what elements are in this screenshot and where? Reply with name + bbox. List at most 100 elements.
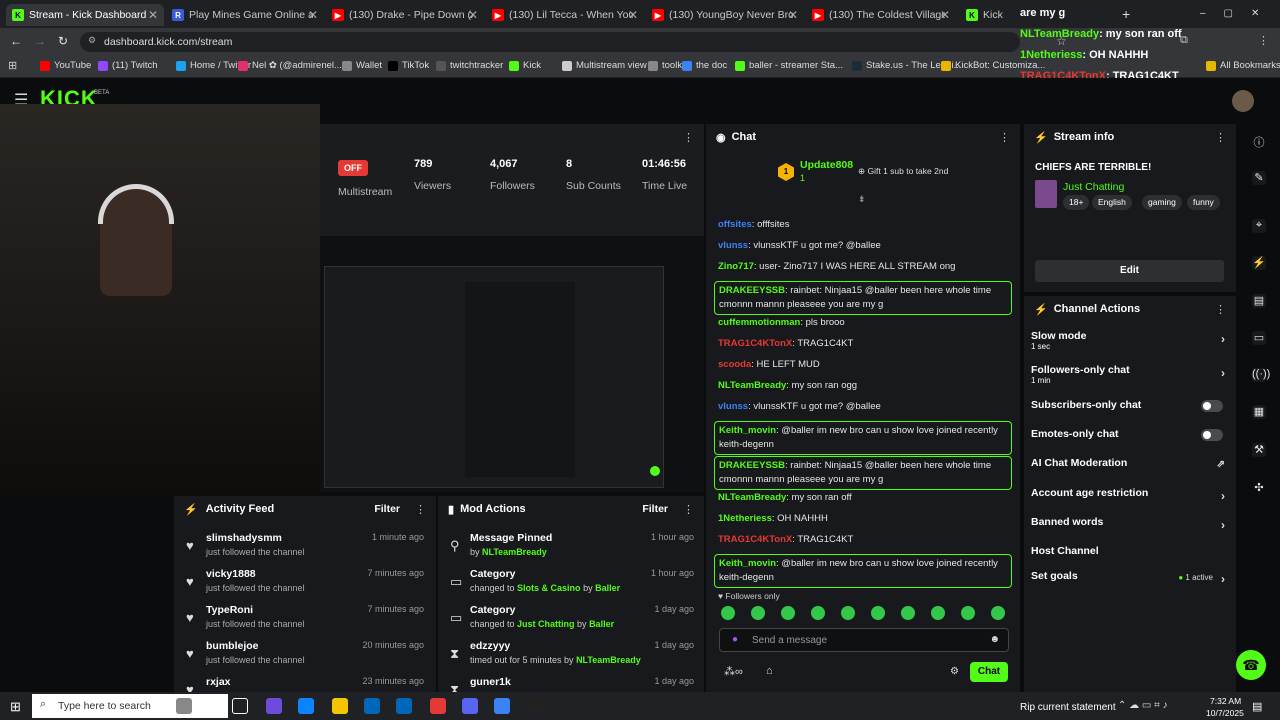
- info-icon[interactable]: ⓘ: [1252, 134, 1266, 149]
- bookmark-link[interactable]: twitchtracker: [436, 60, 503, 71]
- mod-action-item[interactable]: ▭ Category changed to Slots & Casino by Ba…: [438, 568, 704, 604]
- url-text[interactable]: dashboard.kick.com/stream: [104, 36, 232, 48]
- gift-sub-prompt[interactable]: ⊕ Gift 1 sub to take 2nd: [858, 166, 948, 177]
- chat-message[interactable]: vlunss: vlunssKTF u got me? @ballee: [718, 239, 1010, 253]
- bookmark-link[interactable]: Multistream view: [562, 60, 647, 71]
- chat-username[interactable]: DRAKEEYSSB: [719, 460, 785, 471]
- channel-action-banned-words[interactable]: Banned words ›: [1031, 516, 1225, 532]
- taskbar-app-icon[interactable]: [462, 698, 478, 714]
- taskbar-app-icon[interactable]: [298, 698, 314, 714]
- tray-icons[interactable]: ⌃ ☁ ▭ ⌗ ♪: [1118, 700, 1168, 711]
- chat-message[interactable]: NLTeamBready: my son ran off: [718, 491, 1010, 505]
- activity-menu-icon[interactable]: ⋮: [415, 503, 426, 516]
- preview-menu-icon[interactable]: ⋮: [683, 131, 694, 144]
- activity-username[interactable]: bumblejoe: [206, 640, 259, 652]
- channel-action-ai-chat-moderation[interactable]: AI Chat Moderation ⇗: [1031, 457, 1225, 470]
- chat-message[interactable]: scooda: HE LEFT MUD: [718, 358, 1010, 372]
- broadcast-icon[interactable]: ((·)): [1252, 368, 1270, 382]
- activity-item[interactable]: ♥ TypeRoni just followed the channel 7 minu…: [174, 604, 434, 640]
- chat-input[interactable]: ● Send a message ☻: [719, 628, 1009, 652]
- chat-username[interactable]: TRAG1C4KTonX: [718, 534, 792, 545]
- chat-message[interactable]: offsites: offfsites: [718, 218, 1010, 232]
- emote-icon[interactable]: [931, 606, 945, 620]
- all-bookmarks[interactable]: All Bookmarks: [1206, 60, 1280, 71]
- chat-scroll-indicator[interactable]: ⇟: [858, 194, 866, 205]
- mod-action-item[interactable]: ⧗ edzzyyy timed out for 5 minutes by NLTea…: [438, 640, 704, 676]
- taskbar-app-icon[interactable]: [528, 698, 544, 714]
- activity-username[interactable]: slimshadysmm: [206, 532, 282, 544]
- chat-username[interactable]: NLTeamBready: [718, 380, 786, 391]
- emote-icon[interactable]: [751, 606, 765, 620]
- bookmark-link[interactable]: baller - streamer Sta...: [735, 60, 843, 71]
- close-icon[interactable]: ✕: [628, 8, 638, 22]
- activity-username[interactable]: rxjax: [206, 676, 231, 688]
- taskbar-app-icon[interactable]: [494, 698, 510, 714]
- chat-message[interactable]: Keith_movin: @baller im new bro can u sh…: [714, 421, 1012, 455]
- chat-username[interactable]: Keith_movin: [719, 558, 776, 569]
- chat-username[interactable]: offsites: [718, 219, 752, 230]
- channel-actions-menu-icon[interactable]: ⋮: [1215, 303, 1226, 316]
- chat-message[interactable]: Keith_movin: @baller im new bro can u sh…: [714, 554, 1012, 588]
- stream-info-menu-icon[interactable]: ⋮: [1215, 131, 1226, 144]
- mod-action-target[interactable]: Slots & Casino: [517, 583, 581, 593]
- channel-action-subscribers-only-chat[interactable]: Subscribers-only chat: [1031, 399, 1225, 412]
- chevron-right-icon[interactable]: ›: [1221, 489, 1225, 503]
- bookmark-link[interactable]: TikTok: [388, 60, 429, 71]
- clipboard-icon[interactable]: ▤: [1252, 294, 1266, 308]
- stream-tag[interactable]: gaming: [1142, 195, 1182, 210]
- chat-username[interactable]: 1Netheriess: [718, 513, 772, 524]
- chat-username[interactable]: vlunss: [718, 240, 748, 251]
- taskbar-app-icon[interactable]: [176, 698, 192, 714]
- activity-username[interactable]: TypeRoni: [206, 604, 253, 616]
- browser-tab[interactable]: K Stream - Kick Dashboard ✕: [6, 4, 164, 26]
- layout-icon[interactable]: ▦: [1252, 405, 1266, 419]
- taskbar-app-icon[interactable]: [430, 698, 446, 714]
- taskbar-search[interactable]: ⌕ Type here to search: [32, 694, 228, 718]
- channel-action-account-age-restriction[interactable]: Account age restriction ›: [1031, 487, 1225, 503]
- stream-tag[interactable]: 18+: [1063, 195, 1090, 210]
- edit-button[interactable]: Edit: [1035, 260, 1224, 282]
- activity-item[interactable]: ♥ bumblejoe just followed the channel 20 mi…: [174, 640, 434, 676]
- window-controls[interactable]: –▢✕: [1200, 8, 1277, 19]
- chat-username[interactable]: vlunss: [718, 401, 748, 412]
- clock-time[interactable]: 7:32 AM: [1210, 696, 1241, 706]
- activity-filter-button[interactable]: Filter: [374, 503, 400, 515]
- windows-start-icon[interactable]: ⊞: [10, 699, 21, 715]
- browser-tab[interactable]: ▶ (130) Lil Tecca - When You Do✕: [486, 4, 644, 26]
- stream-preview-video[interactable]: [320, 236, 704, 492]
- chat-message[interactable]: vlunss: vlunssKTF u got me? @ballee: [718, 400, 1010, 414]
- taskbar-app-icon[interactable]: [266, 698, 282, 714]
- toggle-switch[interactable]: [1201, 429, 1223, 441]
- mod-action-actor[interactable]: Baller: [589, 619, 614, 629]
- chat-message[interactable]: cuffemmotionman: pls brooo: [718, 316, 1010, 330]
- chat-message[interactable]: DRAKEEYSSB: rainbet: Ninjaa15 @baller be…: [714, 281, 1012, 315]
- chevron-right-icon[interactable]: ›: [1221, 332, 1225, 346]
- stream-tag[interactable]: English: [1092, 195, 1132, 210]
- crosshair-icon[interactable]: ⌖: [1252, 219, 1266, 233]
- bookmark-link[interactable]: Wallet: [342, 60, 382, 71]
- bookmark-link[interactable]: Kick: [509, 60, 541, 71]
- taskbar-app-icon[interactable]: [232, 698, 248, 714]
- chevron-right-icon[interactable]: ›: [1221, 572, 1225, 586]
- multistream-label[interactable]: Multistream: [338, 186, 392, 198]
- emote-icon[interactable]: [781, 606, 795, 620]
- activity-username[interactable]: vicky1888: [206, 568, 256, 580]
- emote-icon[interactable]: [721, 606, 735, 620]
- mod-filter-button[interactable]: Filter: [642, 503, 668, 515]
- mod-action-target[interactable]: Just Chatting: [517, 619, 575, 629]
- chat-username[interactable]: TRAG1C4KTonX: [718, 338, 792, 349]
- mic-icon[interactable]: ●: [732, 634, 738, 645]
- chat-store-icon[interactable]: ⌂: [766, 665, 773, 677]
- channel-action-followers-only-chat[interactable]: Followers-only chat 1 min ›: [1031, 364, 1225, 385]
- chat-tools-icon[interactable]: ⁂∞: [724, 665, 743, 678]
- bookmark-link[interactable]: the doc: [682, 60, 727, 71]
- activity-item[interactable]: ♥ slimshadysmm just followed the channel 1 …: [174, 532, 434, 568]
- chat-message[interactable]: TRAG1C4KTonX: TRAG1C4KT: [718, 337, 1010, 351]
- mod-menu-icon[interactable]: ⋮: [683, 503, 694, 516]
- chat-username[interactable]: Keith_movin: [719, 425, 776, 436]
- close-icon[interactable]: ✕: [308, 8, 318, 22]
- close-icon[interactable]: ✕: [468, 8, 478, 22]
- close-icon[interactable]: ✕: [940, 8, 950, 22]
- chat-settings-icon[interactable]: ⚙: [950, 666, 959, 677]
- emote-icon[interactable]: [871, 606, 885, 620]
